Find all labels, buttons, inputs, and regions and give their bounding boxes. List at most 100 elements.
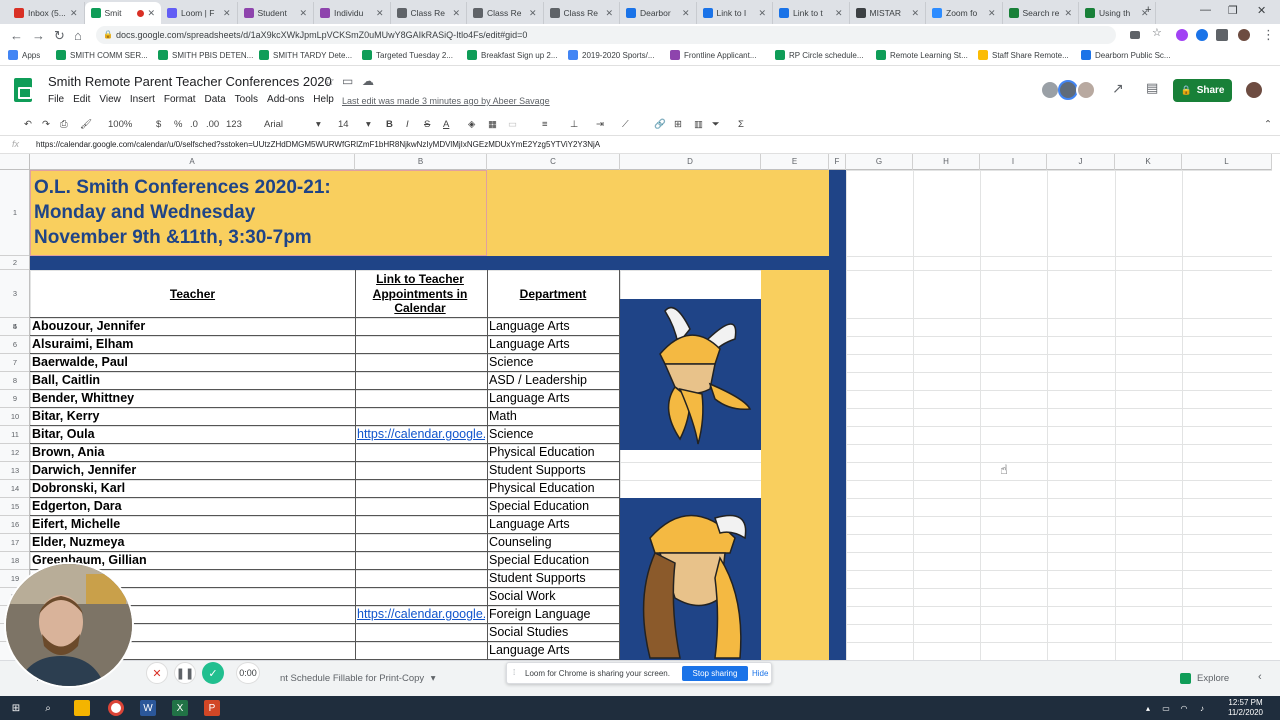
hide-button[interactable]: Hide (752, 669, 768, 678)
collaborator-avatar[interactable] (1076, 80, 1096, 100)
calendar-link-cell[interactable] (357, 373, 485, 390)
calendar-link-cell[interactable] (357, 535, 485, 552)
teacher-name-cell[interactable]: Bitar, Oula (32, 427, 352, 444)
redo-icon[interactable]: ↷ (42, 119, 50, 130)
url-input[interactable]: 🔒 docs.google.com/spreadsheets/d/1aX9kcX… (96, 26, 1116, 44)
department-cell[interactable]: Language Arts (489, 643, 619, 660)
functions-icon[interactable]: Σ (738, 119, 744, 130)
column-header-c[interactable]: C (487, 154, 620, 170)
insert-comment-icon[interactable]: ⊞ (674, 119, 682, 130)
close-tab-icon[interactable]: ✕ (911, 8, 919, 19)
row-header[interactable]: 17 (0, 534, 29, 552)
calendar-link-cell[interactable] (357, 463, 485, 480)
powerpoint-icon[interactable]: P (204, 700, 220, 716)
row-header[interactable]: 11 (0, 426, 29, 444)
row-header[interactable]: 12 (0, 444, 29, 462)
browser-tab[interactable]: Loom | F ✕ (161, 2, 238, 24)
chevron-down-icon[interactable]: ▾ (316, 119, 321, 130)
close-tab-icon[interactable]: ✕ (223, 8, 231, 19)
row-header[interactable]: 15 (0, 498, 29, 516)
bookmark-item[interactable]: 2019-2020 Sports/... (568, 50, 655, 60)
font-size-select[interactable]: 14 (338, 119, 349, 130)
column-header-j[interactable]: J (1047, 154, 1115, 170)
department-cell[interactable]: Student Supports (489, 463, 619, 480)
column-header-i[interactable]: I (980, 154, 1047, 170)
text-wrap-icon[interactable]: ⇥ (596, 119, 604, 130)
close-tab-icon[interactable]: ✕ (988, 8, 996, 19)
undo-icon[interactable]: ↶ (24, 119, 32, 130)
browser-tab[interactable]: Link to t ✕ (773, 2, 850, 24)
close-window-icon[interactable]: ✕ (1257, 4, 1266, 17)
row-header[interactable]: 3 (0, 270, 29, 318)
explore-button[interactable]: Explore (1180, 673, 1229, 684)
extension-icon[interactable] (1196, 29, 1208, 41)
close-tab-icon[interactable]: ✕ (605, 8, 613, 19)
bookmark-item[interactable]: Remote Learning St... (876, 50, 968, 60)
browser-tab[interactable]: Class Re ✕ (544, 2, 620, 24)
close-tab-icon[interactable]: ✕ (70, 8, 78, 19)
row-header[interactable]: 6 (0, 336, 29, 354)
department-cell[interactable]: Science (489, 355, 619, 372)
browser-tab[interactable]: Individu ✕ (314, 2, 391, 24)
sheets-logo-icon[interactable] (14, 78, 32, 102)
calendar-link-cell[interactable] (357, 643, 485, 660)
row-header[interactable]: 1 (0, 170, 29, 256)
row-header[interactable]: 7 (0, 354, 29, 372)
department-cell[interactable]: Social Studies (489, 625, 619, 642)
horizontal-align-icon[interactable]: ≡ (542, 119, 548, 130)
italic-icon[interactable]: I (406, 119, 409, 130)
spreadsheet-grid[interactable]: O.L. Smith Conferences 2020-21: Monday a… (30, 170, 1272, 660)
row-header[interactable]: 18 (0, 552, 29, 570)
network-icon[interactable]: ▭ (1158, 700, 1174, 716)
browser-tab[interactable]: Inbox (5... ✕ (8, 2, 85, 24)
drag-handle-icon[interactable]: ⁞ (513, 668, 515, 677)
strikethrough-icon[interactable]: S (424, 119, 430, 130)
teacher-name-cell[interactable]: Alsuraimi, Elham (32, 337, 352, 354)
filter-icon[interactable]: ⏷ (712, 119, 720, 130)
department-cell[interactable]: Foreign Language (489, 607, 619, 624)
wifi-icon[interactable]: ◠ (1176, 700, 1192, 716)
menu-item-data[interactable]: Data (205, 94, 226, 105)
cancel-recording-icon[interactable]: ✕ (146, 662, 168, 684)
row-header[interactable]: 10 (0, 408, 29, 426)
row-header[interactable]: 16 (0, 516, 29, 534)
zoom-select[interactable]: 100% (108, 119, 132, 130)
close-tab-icon[interactable]: ✕ (758, 8, 766, 19)
last-edit-link[interactable]: Last edit was made 3 minutes ago by Abee… (342, 96, 550, 106)
percent-format-button[interactable]: % (174, 119, 182, 130)
menu-item-add-ons[interactable]: Add-ons (267, 94, 304, 105)
browser-tab[interactable]: MISTAR ✕ (850, 2, 926, 24)
chevron-down-icon[interactable]: ▾ (431, 673, 436, 684)
row-header[interactable]: 14 (0, 480, 29, 498)
column-header-f[interactable]: F (829, 154, 846, 170)
finish-recording-icon[interactable]: ✓ (202, 662, 224, 684)
calendar-link-cell[interactable] (357, 337, 485, 354)
browser-tab[interactable]: Search re ✕ (1003, 2, 1079, 24)
department-cell[interactable]: Language Arts (489, 319, 619, 336)
bookmark-item[interactable]: Staff Share Remote... (978, 50, 1069, 60)
webcam-bubble[interactable] (4, 562, 134, 688)
menu-item-help[interactable]: Help (313, 94, 334, 105)
star-icon[interactable]: ☆ (1152, 26, 1164, 39)
font-family-select[interactable]: Arial (264, 119, 283, 130)
column-header-e[interactable]: E (761, 154, 829, 170)
browser-tab[interactable]: Smit ✕ (84, 2, 161, 24)
calendar-link-cell[interactable] (357, 553, 485, 570)
share-button[interactable]: 🔒 Share (1173, 79, 1232, 102)
department-cell[interactable]: Physical Education (489, 445, 619, 462)
calendar-link-cell[interactable] (357, 445, 485, 462)
browser-tab[interactable]: Student ✕ (238, 2, 314, 24)
teacher-name-cell[interactable]: Bender, Whittney (32, 391, 352, 408)
row-header[interactable]: 8 (0, 372, 29, 390)
chevron-down-icon[interactable]: ▾ (366, 119, 371, 130)
teacher-name-cell[interactable]: Abouzour, Jennifer (32, 319, 352, 336)
department-cell[interactable]: Special Education (489, 499, 619, 516)
department-cell[interactable]: Science (489, 427, 619, 444)
bookmark-item[interactable]: Breakfast Sign up 2... (467, 50, 558, 60)
sheet-tab[interactable]: nt Schedule Fillable for Print-Copy ▾ (280, 673, 436, 684)
excel-icon[interactable]: X (172, 700, 188, 716)
bookmark-item[interactable]: Targeted Tuesday 2... (362, 50, 453, 60)
paint-format-icon[interactable]: 🖌 (80, 119, 92, 130)
maximize-icon[interactable]: ❐ (1228, 4, 1238, 17)
more-formats-select[interactable]: 123 (226, 119, 242, 130)
